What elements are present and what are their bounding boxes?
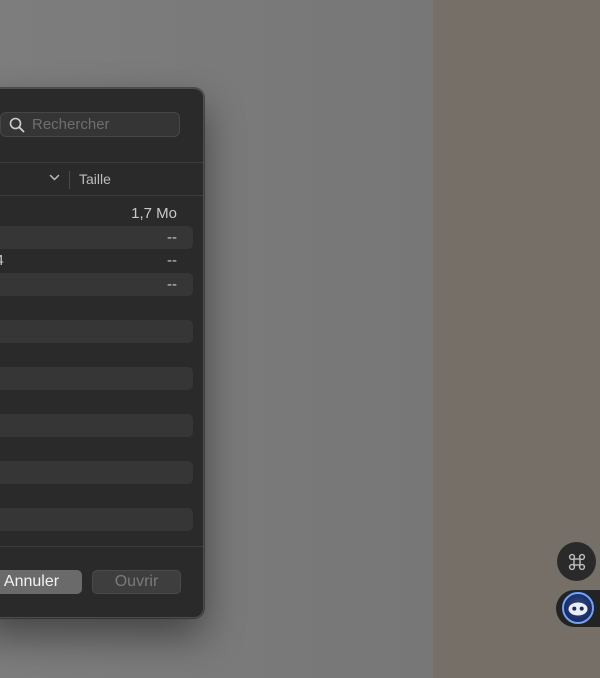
column-separator[interactable]: [69, 171, 70, 189]
column-header: n Taille: [0, 163, 203, 195]
chevron-down-icon[interactable]: [49, 174, 60, 182]
footer-divider: [0, 546, 203, 547]
file-row[interactable]: [0, 366, 193, 390]
file-row[interactable]: [0, 437, 193, 460]
header-bottom-divider: [0, 195, 203, 196]
open-button[interactable]: Ouvrir: [92, 570, 181, 594]
file-row[interactable]: [0, 484, 193, 507]
file-row[interactable]: [0, 343, 193, 366]
file-size: 1,7 Mo: [131, 205, 177, 222]
assistant-avatar-icon: [568, 602, 588, 616]
search-input[interactable]: [32, 116, 172, 133]
file-row[interactable]: 8 --: [0, 272, 193, 296]
file-row[interactable]: [0, 319, 193, 343]
shortcut-button[interactable]: [557, 542, 596, 581]
column-size-header[interactable]: Taille: [79, 171, 111, 187]
open-file-dialog: n Taille 1,7 Mo -- 44 -- 8 --: [0, 88, 204, 618]
file-row[interactable]: 1,7 Mo: [0, 202, 193, 225]
file-size: --: [167, 228, 177, 246]
file-row[interactable]: [0, 390, 193, 413]
file-row[interactable]: 44 --: [0, 249, 193, 272]
file-row[interactable]: [0, 413, 193, 437]
file-row[interactable]: [0, 296, 193, 319]
search-field[interactable]: [0, 112, 180, 137]
command-icon: [568, 553, 585, 570]
file-row[interactable]: [0, 507, 193, 531]
assistant-button[interactable]: [562, 592, 594, 624]
file-size: --: [167, 275, 177, 293]
file-row[interactable]: --: [0, 225, 193, 249]
file-name: 44: [0, 252, 4, 269]
file-size: --: [167, 252, 177, 269]
file-row[interactable]: [0, 460, 193, 484]
cancel-button[interactable]: Annuler: [0, 570, 82, 594]
search-icon: [9, 117, 25, 132]
